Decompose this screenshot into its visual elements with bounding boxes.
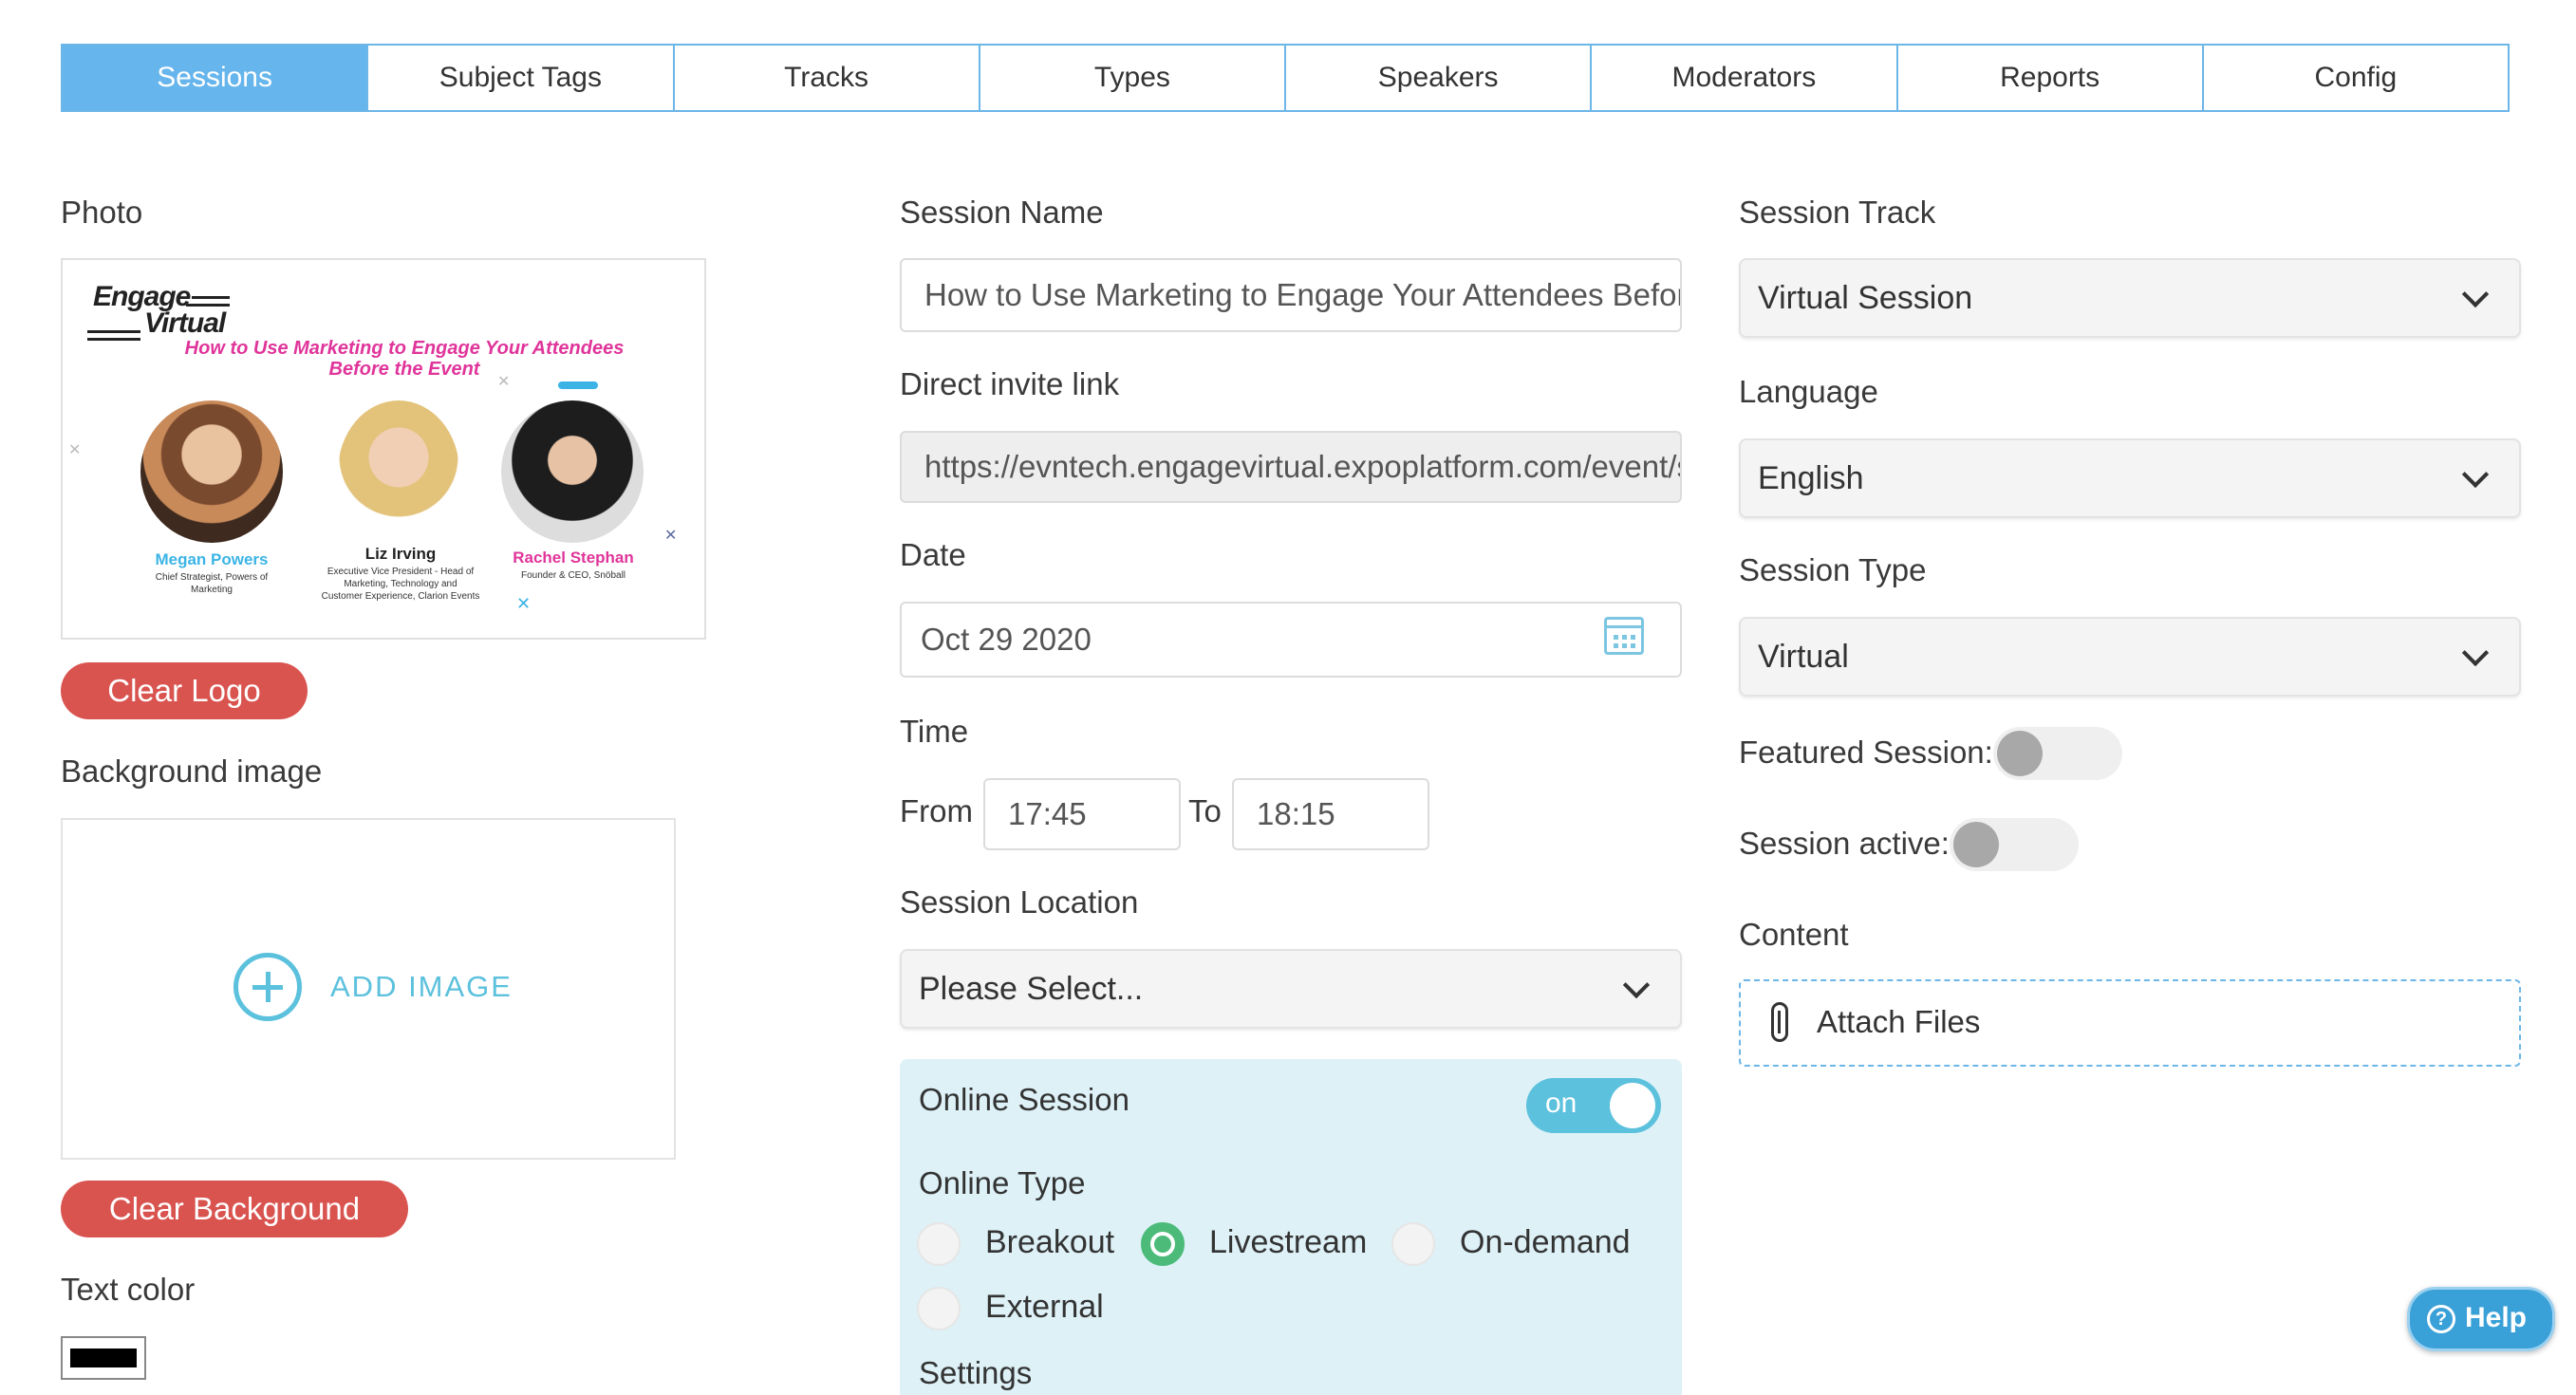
session-track-select[interactable]: Virtual Session (1739, 258, 2521, 338)
tab-reports[interactable]: Reports (1895, 46, 2202, 110)
add-image-label: ADD IMAGE (330, 970, 513, 1003)
speaker-title: Founder & CEO, Snöball (520, 570, 626, 581)
toggle-on-label: on (1545, 1088, 1577, 1119)
clear-logo-button[interactable]: Clear Logo (61, 662, 308, 719)
invite-link-label: Direct invite link (900, 366, 1120, 401)
language-select[interactable]: English (1739, 438, 2521, 518)
help-icon: ? (2427, 1305, 2455, 1333)
speaker-photo (501, 400, 644, 543)
date-label: Date (900, 537, 966, 572)
featured-session-toggle[interactable] (1993, 727, 2122, 780)
session-type-select[interactable]: Virtual (1739, 617, 2521, 697)
session-type-label: Session Type (1739, 552, 1927, 587)
speaker-name: Liz Irving (364, 545, 437, 563)
tab-moderators[interactable]: Moderators (1590, 46, 1895, 110)
featured-session-label: Featured Session: (1739, 735, 1993, 770)
from-label: From (900, 793, 973, 828)
speaker-title: Executive Vice President - Head of Market… (321, 567, 480, 602)
session-active-label: Session active: (1739, 826, 1950, 861)
radio-breakout[interactable] (917, 1222, 961, 1266)
radio-external-label: External (985, 1289, 1104, 1325)
session-active-toggle[interactable] (1950, 818, 2079, 871)
content-label: Content (1739, 917, 1849, 952)
language-label: Language (1739, 374, 1878, 409)
to-time-input[interactable]: 18:15 (1232, 778, 1429, 850)
online-session-title: Online Session (919, 1082, 1129, 1117)
radio-on-demand-label: On-demand (1460, 1224, 1631, 1260)
chevron-down-icon (2461, 280, 2490, 308)
photo-label: Photo (61, 195, 143, 230)
radio-on-demand[interactable] (1391, 1222, 1435, 1266)
text-color-swatch[interactable] (61, 1336, 146, 1380)
photo-preview[interactable]: Engage Virtual How to Use Marketing to E… (61, 258, 706, 640)
calendar-icon[interactable] (1604, 617, 1644, 655)
language-value: English (1758, 459, 1864, 496)
radio-external[interactable] (917, 1287, 961, 1330)
date-value: Oct 29 2020 (921, 622, 1092, 657)
add-circle-icon (233, 953, 302, 1021)
help-label: Help (2465, 1302, 2528, 1333)
from-time-input[interactable]: 17:45 (983, 778, 1181, 850)
chevron-down-icon (2461, 460, 2490, 489)
radio-livestream[interactable] (1141, 1222, 1185, 1266)
session-track-label: Session Track (1739, 195, 1936, 230)
radio-breakout-label: Breakout (985, 1224, 1115, 1260)
radio-livestream-label: Livestream (1209, 1224, 1368, 1260)
speaker-name: Megan Powers (155, 550, 269, 568)
chevron-down-icon (1622, 971, 1651, 999)
invite-link-input[interactable]: https://evntech.engagevirtual.expoplatfo… (900, 431, 1682, 503)
online-session-panel: Online Session on Online Type Breakout L… (900, 1059, 1682, 1395)
session-name-label: Session Name (900, 195, 1104, 230)
paperclip-icon (1771, 1002, 1788, 1042)
to-label: To (1188, 793, 1222, 828)
tab-config[interactable]: Config (2201, 46, 2508, 110)
session-name-input[interactable]: How to Use Marketing to Engage Your Atte… (900, 258, 1682, 332)
speaker-title: Chief Strategist, Powers of Marketing (155, 572, 269, 595)
attach-files-label: Attach Files (1817, 1004, 1981, 1039)
chevron-down-icon (2461, 639, 2490, 667)
speaker-photo (140, 400, 283, 543)
tab-bar: Sessions Subject Tags Tracks Types Speak… (61, 44, 2510, 112)
tab-subject-tags[interactable]: Subject Tags (366, 46, 672, 110)
attach-files-dropzone[interactable]: Attach Files (1739, 979, 2521, 1067)
date-input[interactable]: Oct 29 2020 (900, 602, 1682, 678)
session-location-label: Session Location (900, 884, 1139, 920)
speaker-name: Rachel Stephan (513, 549, 634, 567)
tab-speakers[interactable]: Speakers (1284, 46, 1590, 110)
session-location-value: Please Select... (919, 970, 1144, 1007)
background-image-dropzone[interactable]: ADD IMAGE (61, 818, 676, 1160)
settings-label: Settings (919, 1355, 1033, 1390)
help-button[interactable]: ? Help (2407, 1287, 2555, 1351)
text-color-label: Text color (61, 1272, 196, 1307)
tab-types[interactable]: Types (978, 46, 1284, 110)
online-session-toggle[interactable]: on (1526, 1078, 1661, 1133)
session-type-value: Virtual (1758, 638, 1849, 675)
tab-sessions[interactable]: Sessions (63, 46, 367, 110)
online-type-label: Online Type (919, 1165, 1086, 1200)
speaker-photo (338, 400, 459, 543)
photo-headline: How to Use Marketing to Engage Your Atte… (184, 338, 625, 380)
tab-tracks[interactable]: Tracks (672, 46, 979, 110)
background-image-label: Background image (61, 753, 323, 789)
clear-background-button[interactable]: Clear Background (61, 1181, 408, 1237)
session-location-select[interactable]: Please Select... (900, 949, 1682, 1029)
time-label: Time (900, 714, 969, 749)
session-track-value: Virtual Session (1758, 279, 1973, 316)
